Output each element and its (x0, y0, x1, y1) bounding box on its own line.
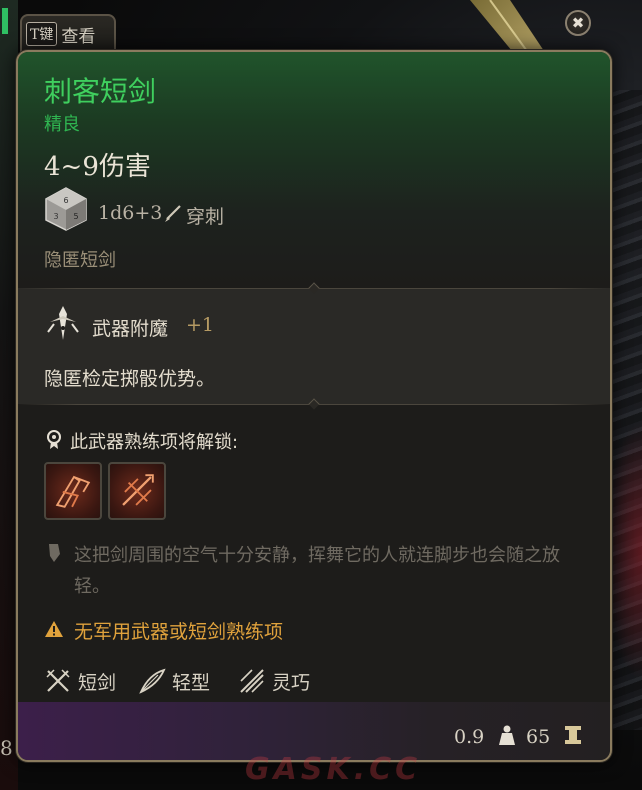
property-light: 轻型 (138, 666, 210, 696)
item-value: 65 (526, 726, 551, 748)
view-tab-label: 查看 (61, 26, 96, 47)
hud-green-marker (2, 8, 8, 34)
quill-icon (49, 544, 60, 562)
watermark: GASK.CC (245, 752, 422, 787)
proficiency-unlock-text: 此武器熟练项将解锁: (70, 432, 239, 453)
dice-icon: 6 3 5 (45, 187, 87, 231)
divider (18, 398, 610, 410)
slash-action-icon (55, 475, 91, 508)
background-number: 8 (0, 736, 13, 760)
item-rarity: 精良 (44, 114, 80, 135)
view-tab[interactable]: T键 查看 (20, 14, 116, 52)
hotkey-badge: T键 (26, 22, 58, 46)
svg-text:6: 6 (63, 196, 68, 205)
crossed-swords-icon (46, 669, 70, 692)
property-shortsword: 短剑 (44, 666, 116, 696)
item-weight: 0.9 (454, 726, 485, 748)
feather-icon (139, 668, 166, 694)
item-tooltip: 刺客短剑 精良 4~9伤害 6 3 5 1d6+3 穿刺 隐匿短剑 武器附魔 +… (16, 50, 612, 762)
proficiency-icon (47, 430, 61, 449)
damage-roll: 1d6+3 (98, 202, 163, 224)
pierce-icon (165, 205, 181, 222)
gold-coin-icon (565, 726, 581, 744)
weapon-category: 隐匿短剑 (44, 250, 116, 271)
close-icon: ✖ (571, 14, 585, 32)
item-name: 刺客短剑 (44, 75, 157, 108)
svg-text:3: 3 (53, 212, 58, 221)
property-label: 轻型 (172, 671, 211, 694)
divider (18, 282, 610, 294)
enchantment-description: 隐匿检定掷骰优势。 (44, 368, 216, 390)
enchantment-icon (47, 306, 79, 340)
enchantment-bonus: +1 (186, 314, 215, 336)
proficiency-action-2[interactable] (108, 462, 166, 520)
svg-text:5: 5 (73, 212, 78, 221)
item-lore: 这把剑周围的空气十分安静，挥舞它的人就连脚步也会随之放轻。 (74, 545, 560, 597)
property-label: 短剑 (78, 671, 117, 694)
weight-icon (499, 725, 515, 745)
property-label: 灵巧 (272, 671, 311, 694)
damage-type: 穿刺 (186, 206, 225, 228)
proficiency-action-1[interactable] (44, 462, 102, 520)
finesse-icon (240, 669, 264, 693)
property-finesse: 灵巧 (238, 666, 310, 696)
item-damage: 4~9伤害 (44, 152, 151, 182)
warning-icon (45, 621, 63, 637)
enchantment-label: 武器附魔 (92, 318, 169, 340)
proficiency-warning: 无军用武器或短剑熟练项 (74, 621, 284, 643)
close-button[interactable]: ✖ (565, 10, 591, 36)
flourish-action-icon (122, 474, 154, 506)
